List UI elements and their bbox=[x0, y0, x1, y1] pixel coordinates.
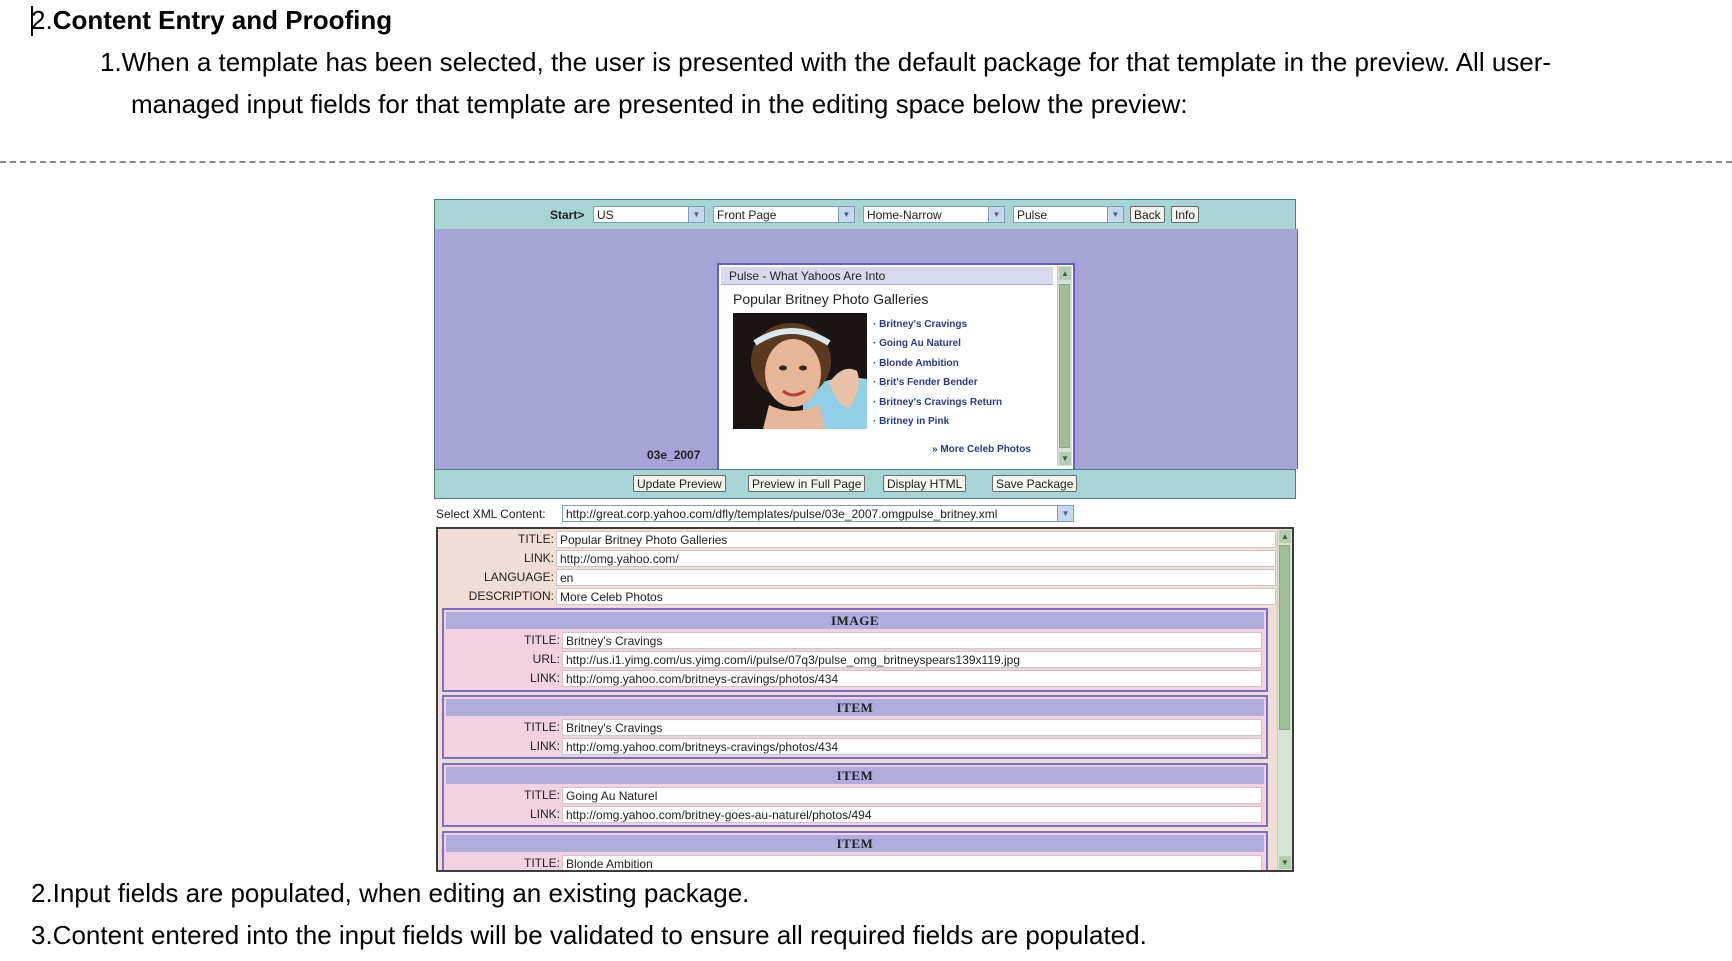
field-label: LANGUAGE: bbox=[483, 570, 554, 584]
field-label: LINK: bbox=[529, 807, 560, 821]
image-link-row: LINK: http://omg.yahoo.com/britneys-crav… bbox=[444, 670, 1264, 687]
field-label: TITLE: bbox=[523, 856, 560, 870]
region-select[interactable]: US ▼ bbox=[593, 206, 705, 223]
image-link-input[interactable]: http://omg.yahoo.com/britneys-cravings/p… bbox=[562, 670, 1262, 687]
preview-title: Popular Britney Photo Galleries bbox=[733, 291, 929, 307]
chevron-down-icon: ▼ bbox=[988, 207, 1004, 222]
channel-language-input[interactable]: en bbox=[556, 569, 1276, 586]
page-select[interactable]: Front Page ▼ bbox=[713, 206, 855, 223]
scroll-thumb[interactable] bbox=[1279, 545, 1290, 730]
xml-content-select[interactable]: http://great.corp.yahoo.com/dfly/templat… bbox=[562, 505, 1074, 522]
field-label: URL: bbox=[532, 652, 560, 666]
layout-select[interactable]: Home-Narrow ▼ bbox=[863, 206, 1005, 223]
more-photos-link[interactable]: » More Celeb Photos bbox=[932, 444, 1031, 455]
item-section: ITEM TITLE: Blonde Ambition bbox=[442, 831, 1268, 870]
update-preview-button[interactable]: Update Preview bbox=[633, 475, 726, 492]
start-label: Start> bbox=[550, 208, 585, 222]
template-id-label: 03e_2007 bbox=[647, 448, 701, 462]
chevron-down-icon: ▼ bbox=[838, 207, 854, 222]
item-title-input[interactable]: Blonde Ambition bbox=[562, 855, 1262, 870]
item-title-input[interactable]: Britney's Cravings bbox=[562, 719, 1262, 736]
save-package-button[interactable]: Save Package bbox=[992, 475, 1078, 492]
module-select[interactable]: Pulse ▼ bbox=[1013, 206, 1124, 223]
scroll-thumb[interactable] bbox=[1059, 284, 1070, 448]
preview-link-list: · Britney's Cravings · Going Au Naturel … bbox=[873, 315, 1002, 431]
scroll-down-icon[interactable]: ▼ bbox=[1279, 856, 1291, 869]
embedded-screenshot: Start> US ▼ Front Page ▼ Home-Narrow ▼ Puls… bbox=[434, 199, 1298, 872]
paragraph-3: 3.Content entered into the input fields … bbox=[31, 920, 1147, 950]
field-label: TITLE: bbox=[523, 788, 560, 802]
paragraph-2: 2.Input fields are populated, when editi… bbox=[31, 878, 750, 908]
field-label: LINK: bbox=[523, 551, 554, 565]
chevron-down-icon: ▼ bbox=[1107, 207, 1123, 222]
preview-button-bar: Update Preview Preview in Full Page Disp… bbox=[434, 469, 1296, 499]
dashed-divider bbox=[0, 161, 1732, 163]
item-link-row: LINK: http://omg.yahoo.com/britneys-crav… bbox=[444, 738, 1264, 755]
preview-header: Pulse - What Yahoos Are Into bbox=[721, 267, 1053, 285]
item-section: ITEM TITLE: Going Au Naturel LINK: http:… bbox=[442, 763, 1268, 827]
preview-link[interactable]: · Britney's Cravings Return bbox=[873, 393, 1002, 412]
chevron-down-icon: ▼ bbox=[1057, 506, 1073, 521]
field-label: DESCRIPTION: bbox=[468, 589, 554, 603]
image-title-input[interactable]: Britney's Cravings bbox=[562, 632, 1262, 649]
heading-number: 2. bbox=[31, 5, 53, 35]
field-label: TITLE: bbox=[517, 532, 554, 546]
preview-link[interactable]: · Going Au Naturel bbox=[873, 334, 1002, 353]
heading-text: Content Entry and Proofing bbox=[52, 5, 393, 35]
preview-link[interactable]: · Brit's Fender Bender bbox=[873, 373, 1002, 392]
back-button[interactable]: Back bbox=[1130, 206, 1165, 223]
field-label: TITLE: bbox=[523, 633, 560, 647]
image-title-row: TITLE: Britney's Cravings bbox=[444, 632, 1264, 649]
channel-language-row: LANGUAGE: en bbox=[438, 569, 1276, 586]
preview-scrollbar[interactable]: ▲ ▼ bbox=[1057, 266, 1072, 466]
preview-stage: Pulse - What Yahoos Are Into Popular Bri… bbox=[434, 229, 1298, 493]
preview-link[interactable]: · Britney in Pink bbox=[873, 412, 1002, 431]
channel-title-input[interactable]: Popular Britney Photo Galleries bbox=[556, 531, 1276, 548]
chevron-down-icon: ▼ bbox=[688, 207, 704, 222]
scroll-down-icon[interactable]: ▼ bbox=[1059, 452, 1071, 465]
content-editor: TITLE: Popular Britney Photo Galleries L… bbox=[436, 527, 1294, 872]
channel-title-row: TITLE: Popular Britney Photo Galleries bbox=[438, 531, 1276, 548]
channel-link-input[interactable]: http://omg.yahoo.com/ bbox=[556, 550, 1276, 567]
section-header: ITEM bbox=[446, 699, 1264, 716]
preview-photo bbox=[733, 313, 867, 429]
channel-description-input[interactable]: More Celeb Photos bbox=[556, 588, 1276, 605]
item-title-row: TITLE: Britney's Cravings bbox=[444, 719, 1264, 736]
module-preview: Pulse - What Yahoos Are Into Popular Bri… bbox=[717, 263, 1075, 493]
image-section: IMAGE TITLE: Britney's Cravings URL: htt… bbox=[442, 608, 1268, 692]
section-header: ITEM bbox=[446, 767, 1264, 784]
paragraph-1-line-2: managed input fields for that template a… bbox=[131, 89, 1188, 119]
item-title-row: TITLE: Blonde Ambition bbox=[444, 855, 1264, 870]
scroll-up-icon[interactable]: ▲ bbox=[1059, 267, 1071, 280]
section-heading: 2.Content Entry and Proofing bbox=[31, 4, 392, 36]
scroll-up-icon[interactable]: ▲ bbox=[1279, 530, 1291, 543]
editor-scrollbar[interactable]: ▲ ▼ bbox=[1277, 529, 1292, 870]
item-link-input[interactable]: http://omg.yahoo.com/britneys-cravings/p… bbox=[562, 738, 1262, 755]
channel-link-row: LINK: http://omg.yahoo.com/ bbox=[438, 550, 1276, 567]
section-header: IMAGE bbox=[446, 612, 1264, 629]
item-link-input[interactable]: http://omg.yahoo.com/britney-goes-au-nat… bbox=[562, 806, 1262, 823]
template-toolbar: Start> US ▼ Front Page ▼ Home-Narrow ▼ Puls… bbox=[434, 199, 1296, 230]
channel-description-row: DESCRIPTION: More Celeb Photos bbox=[438, 588, 1276, 605]
field-label: LINK: bbox=[529, 739, 560, 753]
image-url-row: URL: http://us.i1.yimg.com/us.yimg.com/i… bbox=[444, 651, 1264, 668]
preview-link[interactable]: · Blonde Ambition bbox=[873, 354, 1002, 373]
xml-content-label: Select XML Content: bbox=[436, 507, 546, 521]
item-title-row: TITLE: Going Au Naturel bbox=[444, 787, 1264, 804]
xml-content-row: Select XML Content: http://great.corp.ya… bbox=[434, 505, 1296, 523]
paragraph-1-line-1: 1.When a template has been selected, the… bbox=[100, 47, 1552, 77]
image-url-input[interactable]: http://us.i1.yimg.com/us.yimg.com/i/puls… bbox=[562, 651, 1262, 668]
preview-full-page-button[interactable]: Preview in Full Page bbox=[748, 475, 866, 492]
display-html-button[interactable]: Display HTML bbox=[883, 475, 967, 492]
field-label: LINK: bbox=[529, 671, 560, 685]
item-title-input[interactable]: Going Au Naturel bbox=[562, 787, 1262, 804]
item-section: ITEM TITLE: Britney's Cravings LINK: htt… bbox=[442, 695, 1268, 759]
item-link-row: LINK: http://omg.yahoo.com/britney-goes-… bbox=[444, 806, 1264, 823]
info-button[interactable]: Info bbox=[1171, 206, 1200, 223]
preview-link[interactable]: · Britney's Cravings bbox=[873, 315, 1002, 334]
field-label: TITLE: bbox=[523, 720, 560, 734]
section-header: ITEM bbox=[446, 835, 1264, 852]
